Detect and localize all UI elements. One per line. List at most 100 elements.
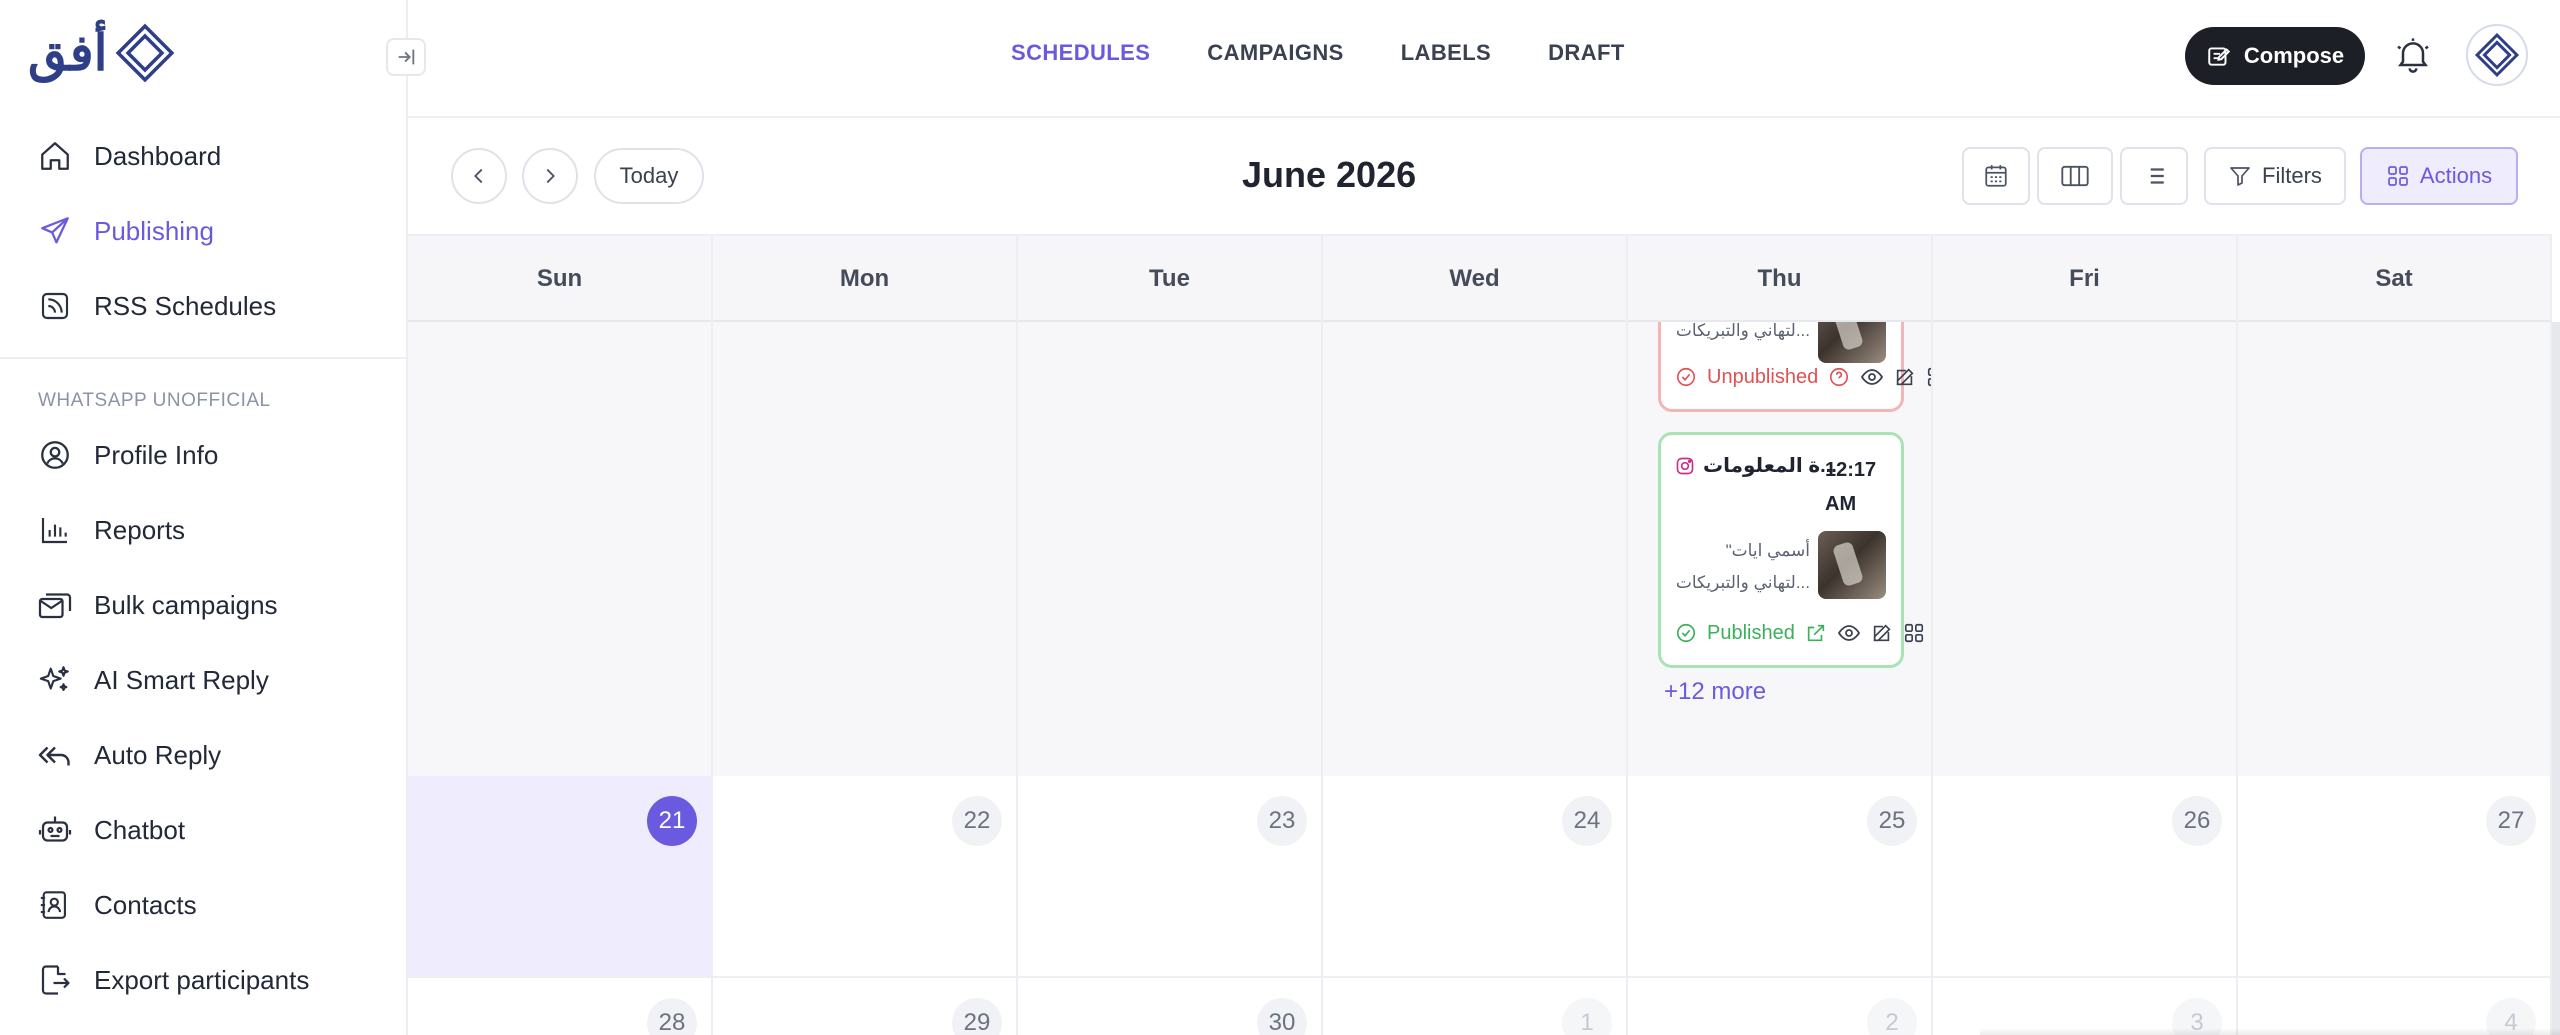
sidebar-item-publishing[interactable]: Publishing: [36, 206, 214, 256]
sidebar-item-reports[interactable]: Reports: [36, 505, 185, 555]
help-circle-icon[interactable]: [1828, 366, 1850, 388]
post-time: 12:17 AM: [1825, 459, 1877, 515]
sidebar-item-rss-schedules[interactable]: RSS Schedules: [36, 281, 276, 331]
calendar-day-cell[interactable]: [1933, 322, 2238, 784]
post-text-line: أسمي ايات": [1725, 541, 1810, 560]
post-header: ...ة المعلومات: [1675, 453, 1837, 478]
day-number: 28: [647, 998, 697, 1035]
filters-label: Filters: [2262, 163, 2322, 188]
sidebar-section-label: WHATSAPP UNOFFICIAL: [38, 390, 271, 411]
post-thumbnail: [1818, 322, 1886, 363]
calendar-day-cell[interactable]: [713, 322, 1018, 784]
calendar-day-cell[interactable]: 23: [1018, 776, 1323, 976]
weekday-sat: Sat: [2238, 236, 2552, 322]
sidebar-item-profile-info[interactable]: Profile Info: [36, 430, 218, 480]
weekday-wed: Wed: [1323, 236, 1628, 322]
calendar-day-cell[interactable]: [1323, 322, 1628, 784]
chevron-left-icon: [474, 168, 483, 184]
more-posts-link[interactable]: +12 more: [1664, 678, 1766, 706]
compose-icon: [2208, 47, 2231, 66]
tab-labels[interactable]: LABELS: [1401, 40, 1491, 66]
calendar-grid-icon: [1985, 165, 2007, 187]
sidebar-item-ai-smart-reply[interactable]: AI Smart Reply: [36, 655, 269, 705]
next-month-button[interactable]: [522, 148, 578, 204]
sidebar-item-label: Export participants: [94, 964, 310, 995]
edit-icon[interactable]: [1871, 622, 1893, 644]
calendar-day-cell[interactable]: 3: [1933, 978, 2238, 1035]
sidebar-collapse-button[interactable]: [386, 38, 426, 76]
instagram-icon: [1676, 457, 1694, 474]
calendar-day-cell[interactable]: 25: [1628, 776, 1933, 976]
month-view-button[interactable]: [1962, 147, 2030, 205]
calendar-day-cell[interactable]: [1018, 322, 1323, 784]
calendar-day-cell[interactable]: 1: [1323, 978, 1628, 1035]
post-card[interactable]: ...لتهاني والتبريكات Unpublished: [1658, 322, 1931, 412]
sidebar-item-contacts[interactable]: Contacts: [36, 880, 197, 930]
weekday-mon: Mon: [713, 236, 1018, 322]
weekday-tue: Tue: [1018, 236, 1323, 322]
sidebar-item-chatbot[interactable]: Chatbot: [36, 805, 185, 855]
sidebar-item-label: Chatbot: [94, 814, 186, 845]
sidebar-item-label: Contacts: [94, 889, 197, 920]
post-text-line: ...لتهاني والتبريكات: [1675, 573, 1810, 592]
post-account-name: ...ة المعلومات: [1703, 455, 1837, 477]
today-button[interactable]: Today: [594, 148, 704, 204]
calendar-scrollbar[interactable]: [2552, 322, 2560, 1035]
calendar-day-cell[interactable]: 28: [408, 978, 713, 1035]
calendar-day-cell[interactable]: 26: [1933, 776, 2238, 976]
calendar-day-cell[interactable]: 22: [713, 776, 1018, 976]
calendar-day-cell[interactable]: 24: [1323, 776, 1628, 976]
calendar-day-cell[interactable]: [408, 322, 713, 784]
robot-icon: [36, 811, 74, 849]
calendar-day-cell[interactable]: 27: [2238, 776, 2552, 976]
logo-text: أفق: [28, 23, 108, 82]
sparkles-icon: [36, 661, 74, 699]
tab-draft[interactable]: DRAFT: [1548, 40, 1625, 66]
post-card[interactable]: ...ة المعلومات 12:17 AM أسمي ايات" ...لت…: [1658, 432, 1923, 668]
rss-icon: [36, 287, 74, 325]
sidebar-item-bulk-campaigns[interactable]: Bulk campaigns: [36, 580, 278, 630]
publishing-tabs: SCHEDULES CAMPAIGNS LABELS DRAFT: [1011, 40, 1625, 66]
grid-icon[interactable]: [1903, 622, 1925, 644]
eye-icon[interactable]: [1837, 621, 1861, 645]
sidebar-item-auto-reply[interactable]: Auto Reply: [36, 730, 221, 780]
sidebar-item-dashboard[interactable]: Dashboard: [36, 131, 221, 181]
calendar-day-cell-today[interactable]: 21: [408, 776, 713, 976]
collapse-arrow-icon: [398, 49, 415, 65]
prev-month-button[interactable]: [451, 148, 507, 204]
calendar-day-cell[interactable]: 30: [1018, 978, 1323, 1035]
logo-diamond-icon: [115, 23, 174, 83]
user-avatar[interactable]: [2466, 24, 2528, 86]
calendar-week: ...لتهاني والتبريكات Unpublished ...ة ال…: [408, 322, 2552, 786]
month-calendar: Sun Mon Tue Wed Thu Fri Sat ...لتهاني وا…: [408, 234, 2552, 1035]
filter-icon: [2230, 167, 2250, 186]
notifications-button[interactable]: [2388, 30, 2438, 80]
day-number: 29: [952, 998, 1002, 1035]
app-root: أفق Dashboard Publishing RSS Schedules W…: [0, 0, 2560, 1035]
month-title: June 2026: [1242, 154, 1417, 195]
tab-campaigns[interactable]: CAMPAIGNS: [1207, 40, 1343, 66]
calendar-week: 21 22 23 24 25 26 27: [408, 776, 2552, 978]
actions-button[interactable]: Actions: [2360, 147, 2518, 205]
external-link-icon[interactable]: [1805, 622, 1827, 644]
filters-button[interactable]: Filters: [2204, 147, 2346, 205]
tab-schedules[interactable]: SCHEDULES: [1011, 40, 1150, 66]
sidebar-item-label: Publishing: [94, 215, 214, 246]
post-text: أسمي ايات" ...لتهاني والتبريكات: [1675, 535, 1810, 599]
calendar-day-cell[interactable]: 4: [2238, 978, 2552, 1035]
calendar-day-cell[interactable]: 29: [713, 978, 1018, 1035]
eye-icon[interactable]: [1860, 365, 1884, 389]
calendar-day-cell[interactable]: [2238, 322, 2552, 784]
calendar-day-cell[interactable]: ...لتهاني والتبريكات Unpublished ...ة ال…: [1628, 322, 1933, 784]
list-view-button[interactable]: [2120, 147, 2188, 205]
weekday-header: Sun Mon Tue Wed Thu Fri Sat: [408, 234, 2552, 322]
calendar-day-cell[interactable]: 2: [1628, 978, 1933, 1035]
grid-icon[interactable]: [1926, 366, 1933, 388]
check-circle-icon: [1676, 623, 1696, 643]
week-view-button[interactable]: [2037, 147, 2113, 205]
edit-icon[interactable]: [1894, 366, 1916, 388]
compose-button[interactable]: Compose: [2185, 27, 2365, 85]
sidebar-item-export-participants[interactable]: Export participants: [36, 955, 309, 1005]
top-bar: SCHEDULES CAMPAIGNS LABELS DRAFT Compose: [408, 0, 2560, 118]
brand-logo[interactable]: أفق: [28, 22, 176, 84]
